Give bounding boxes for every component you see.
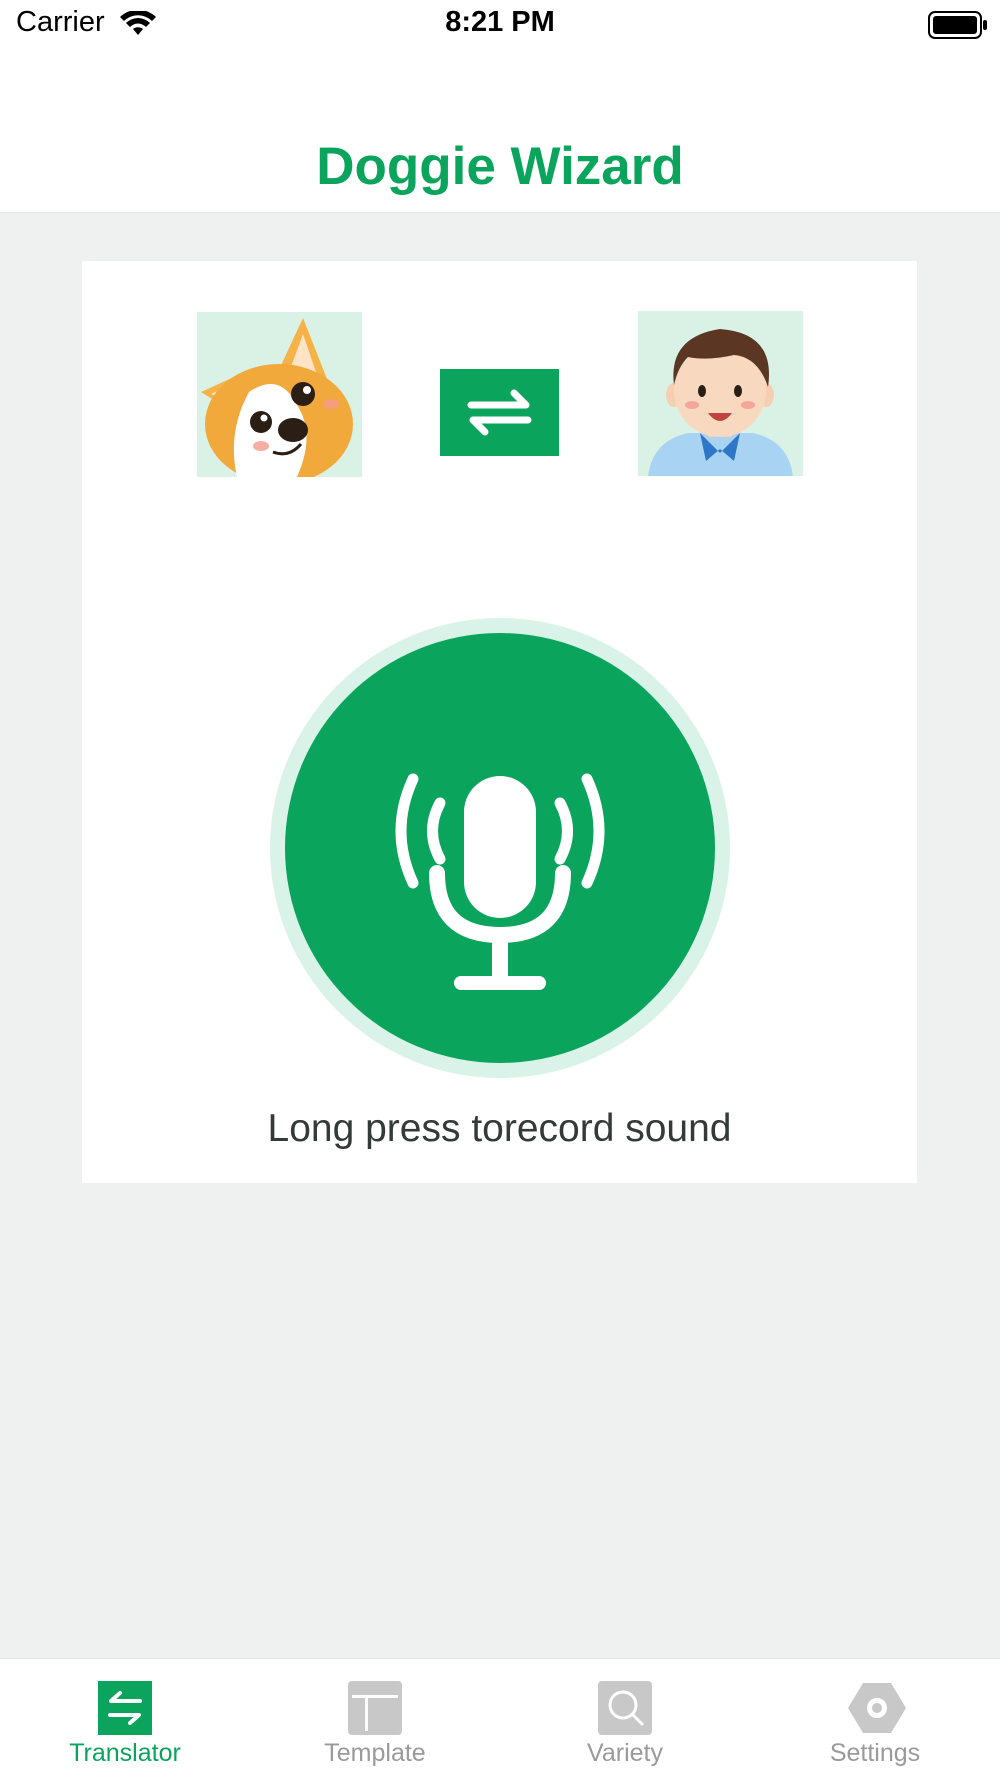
gear-icon	[848, 1681, 906, 1740]
translator-card: Long press torecord sound	[82, 261, 917, 1183]
translate-icon	[98, 1681, 152, 1740]
tab-translator[interactable]: Translator	[0, 1659, 250, 1779]
clock-label: 8:21 PM	[445, 6, 555, 38]
swap-arrows-icon	[440, 389, 559, 460]
human-boy-avatar-icon[interactable]	[638, 311, 803, 476]
status-bar: Carrier 8:21 PM	[0, 0, 1000, 52]
record-button[interactable]	[285, 633, 715, 1063]
tab-template-label: Template	[324, 1739, 426, 1767]
tab-variety[interactable]: Variety	[500, 1659, 750, 1779]
tab-translator-label: Translator	[69, 1739, 181, 1767]
record-hint-label: Long press torecord sound	[267, 1107, 732, 1150]
swap-direction-button[interactable]	[440, 369, 559, 456]
microphone-icon	[285, 633, 715, 1068]
tab-settings[interactable]: Settings	[750, 1659, 1000, 1779]
search-icon	[598, 1681, 652, 1740]
page-title: Doggie Wizard	[316, 137, 684, 196]
corgi-dog-avatar-icon[interactable]	[197, 312, 362, 477]
tab-variety-label: Variety	[587, 1739, 663, 1767]
battery-icon	[928, 11, 988, 44]
tab-template[interactable]: Template	[250, 1659, 500, 1779]
tab-bar: Translator Template Variety Settings	[0, 1658, 1000, 1779]
tab-settings-label: Settings	[829, 1739, 921, 1767]
template-icon	[348, 1681, 402, 1740]
navigation-bar: Doggie Wizard	[0, 52, 1000, 213]
